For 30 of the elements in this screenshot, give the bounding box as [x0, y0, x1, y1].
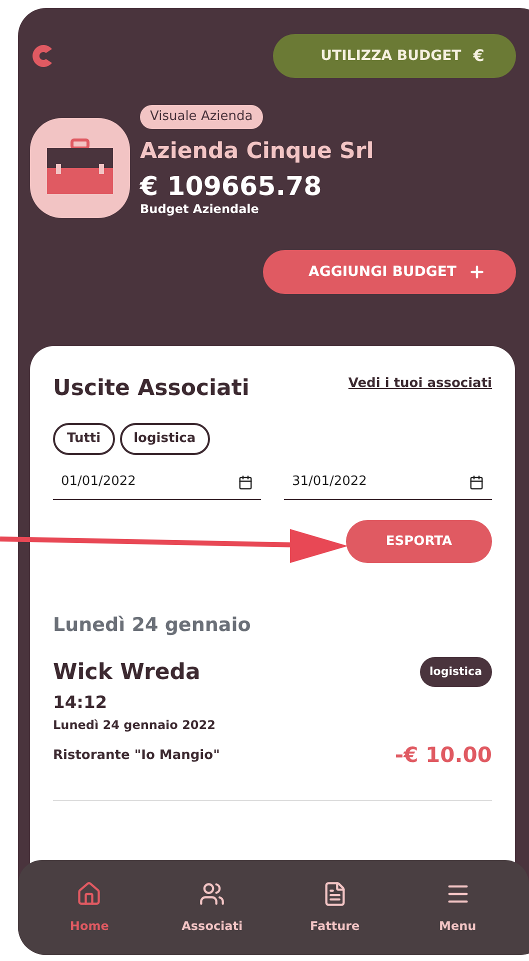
company-name: Azienda Cinque Srl [140, 138, 374, 166]
people-icon [199, 880, 226, 906]
euro-icon: € [473, 44, 484, 68]
date-field[interactable]: 01/01/2022 [53, 465, 261, 500]
briefcase-icon [30, 118, 130, 218]
expense-time: 14:12 [53, 692, 108, 714]
day-heading: Lunedì 24 gennaio [53, 613, 252, 638]
date-field[interactable]: 31/01/2022 [284, 465, 492, 500]
tag-badge: logistica [420, 656, 492, 688]
filter-chip[interactable]: logistica [120, 423, 210, 455]
expense-amount: -€ 10.00 [394, 742, 492, 769]
expense-date: Lunedì 24 gennaio 2022 [53, 717, 216, 734]
expense-place: Ristorante "Io Mangio" [53, 747, 220, 765]
calendar-icon [238, 474, 253, 490]
home-icon [76, 880, 102, 906]
nav-tab[interactable]: Menu [408, 880, 508, 934]
card-title: Uscite Associati [53, 375, 250, 403]
add-budget-button[interactable]: AGGIUNGI BUDGET [263, 250, 516, 294]
nav-tab[interactable]: Associati [162, 880, 262, 934]
associates-link[interactable]: Vedi i tuoi associati [348, 374, 492, 394]
use-budget-button[interactable]: UTILIZZA BUDGET € [273, 34, 516, 78]
filter-chip[interactable]: Tutti [53, 423, 115, 455]
export-button[interactable]: ESPORTA [346, 520, 492, 563]
plus-icon [468, 263, 486, 281]
budget-caption: Budget Aziendale [140, 202, 259, 216]
calendar-icon [469, 474, 484, 490]
associate-name: Wick Wreda [53, 658, 200, 686]
view-badge: Visuale Azienda [140, 105, 263, 128]
nav-tab[interactable]: Fatture [284, 880, 385, 934]
budget-amount: € 109665.78 [140, 172, 322, 202]
